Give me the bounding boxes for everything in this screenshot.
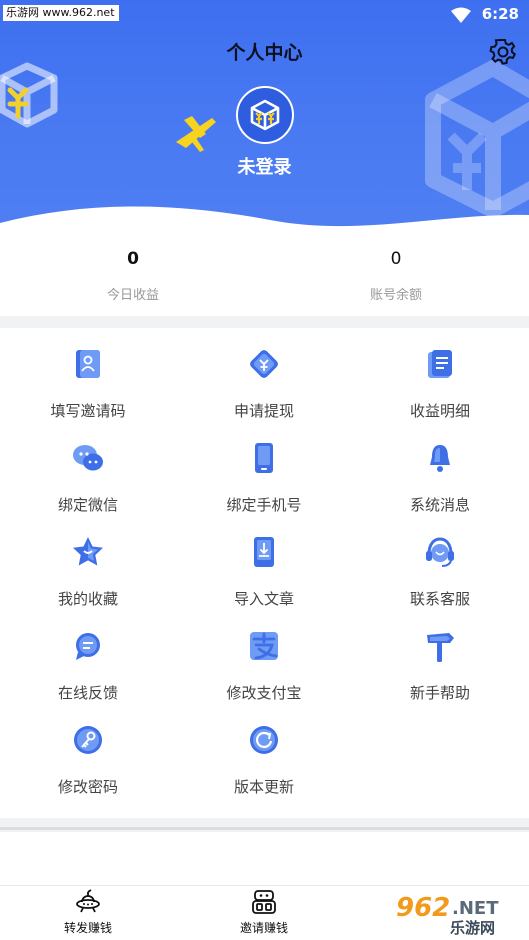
- menu-item-label: 修改支付宝: [226, 684, 302, 702]
- page-title: 个人中心: [226, 42, 303, 64]
- menu-item-feedback[interactable]: 在线反馈: [0, 610, 176, 704]
- login-status[interactable]: 未登录: [0, 153, 529, 179]
- menu-item-change-password[interactable]: 修改密码: [0, 704, 176, 798]
- menu-item-label: 系统消息: [409, 496, 470, 514]
- menu-item-label: 收益明细: [409, 402, 470, 420]
- clock: 6:28: [481, 5, 519, 23]
- menu-item-favorites[interactable]: 我的收藏: [0, 516, 176, 610]
- menu-item-label: 联系客服: [409, 590, 470, 608]
- menu-item-label: 绑定微信: [57, 496, 118, 514]
- menu-item-label: 版本更新: [233, 778, 294, 796]
- header-wave: [0, 206, 529, 240]
- watermark-label: 乐游网 www.962.net: [3, 5, 119, 21]
- menu-item-withdraw[interactable]: 申请提现: [176, 328, 352, 422]
- watermark-number: 962: [396, 893, 450, 923]
- alipay-icon: [250, 632, 278, 660]
- robot-icon: [252, 890, 276, 914]
- today-income-value: 0: [127, 249, 139, 269]
- menu-item-bind-wechat[interactable]: 绑定微信: [0, 422, 176, 516]
- menu-item-system-message[interactable]: 系统消息: [352, 422, 528, 516]
- key-icon: [74, 726, 102, 754]
- watermark-brand: 乐游网: [450, 919, 495, 937]
- balance-label: 账号余额: [369, 288, 422, 303]
- section-divider: [0, 316, 529, 328]
- menu-item-label: 申请提现: [233, 402, 294, 420]
- income-detail-icon: [428, 350, 452, 378]
- menu-item-label: 绑定手机号: [226, 496, 302, 514]
- menu-item-modify-alipay[interactable]: 修改支付宝: [176, 610, 352, 704]
- divider-line: [0, 827, 529, 830]
- today-income-label: 今日收益: [106, 288, 159, 303]
- menu-item-version-update[interactable]: 版本更新: [176, 704, 352, 798]
- bell-icon: [430, 445, 450, 472]
- ufo-icon: [76, 889, 100, 913]
- tab-share-earn[interactable]: 转发赚钱: [0, 886, 176, 940]
- menu-item-label: 我的收藏: [57, 590, 118, 608]
- menu-item-beginner-help[interactable]: 新手帮助: [352, 610, 528, 704]
- section-divider: [0, 818, 529, 832]
- balance-value: 0: [390, 249, 402, 269]
- tab-label: 邀请赚钱: [239, 921, 288, 935]
- signpost-icon: [427, 633, 454, 662]
- cube-decoration-left: [0, 62, 58, 128]
- tab-invite-earn[interactable]: 邀请赚钱: [176, 886, 352, 940]
- menu-item-import-article[interactable]: 导入文章: [176, 516, 352, 610]
- import-article-icon: [254, 537, 274, 567]
- menu-item-label: 新手帮助: [409, 684, 470, 702]
- settings-gear-icon[interactable]: [489, 38, 517, 66]
- invite-code-icon: [76, 350, 100, 378]
- logo-cube-icon: [250, 99, 280, 131]
- headset-icon: [426, 537, 454, 567]
- feedback-icon: [76, 633, 100, 660]
- stats-bar: 0 今日收益 0 账号余额: [0, 240, 529, 315]
- plane-decoration: [176, 116, 216, 152]
- menu-item-label: 导入文章: [233, 590, 294, 608]
- menu-item-label: 在线反馈: [57, 684, 118, 702]
- tab-label: 转发赚钱: [63, 921, 112, 935]
- status-bar: 乐游网 www.962.net 6:28: [0, 0, 529, 28]
- refresh-icon: [250, 726, 278, 754]
- withdraw-icon: [250, 350, 278, 378]
- watermark-domain: .NET: [452, 898, 499, 919]
- wifi-icon: [451, 7, 471, 23]
- balance-stat[interactable]: 0 账号余额: [316, 248, 476, 303]
- phone-icon: [255, 443, 273, 473]
- menu-item-bind-phone[interactable]: 绑定手机号: [176, 422, 352, 516]
- avatar[interactable]: [236, 86, 294, 144]
- menu-item-label: 修改密码: [57, 778, 118, 796]
- watermark-logo: 962 .NET 乐游网: [388, 888, 526, 938]
- menu-item-income-detail[interactable]: 收益明细: [352, 328, 528, 422]
- menu-grid: 填写邀请码 申请提现 收益明细 绑定微信 绑定手机号 系统消息 我的收藏 导入文…: [0, 328, 529, 818]
- today-income-stat[interactable]: 0 今日收益: [53, 248, 213, 303]
- wechat-icon: [73, 445, 103, 471]
- menu-item-label: 填写邀请码: [50, 402, 126, 420]
- menu-item-customer-service[interactable]: 联系客服: [352, 516, 528, 610]
- star-icon: [73, 537, 103, 566]
- menu-item-invite-code[interactable]: 填写邀请码: [0, 328, 176, 422]
